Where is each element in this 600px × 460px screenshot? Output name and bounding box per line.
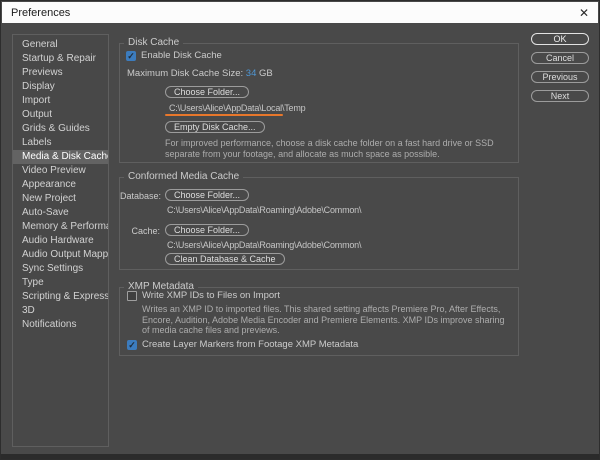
enable-disk-cache-label[interactable]: Enable Disk Cache	[141, 50, 222, 61]
sidebar-item-3d[interactable]: 3D	[13, 304, 108, 318]
next-button[interactable]: Next	[531, 90, 589, 102]
create-layer-markers-checkbox[interactable]: ✓	[127, 339, 137, 350]
sidebar-item-startup-repair[interactable]: Startup & Repair	[13, 52, 108, 66]
cache-choose-folder-button[interactable]: Choose Folder...	[165, 224, 250, 236]
path-highlight-underline	[165, 114, 283, 116]
previous-button[interactable]: Previous	[531, 71, 589, 83]
database-label: Database:	[120, 191, 162, 201]
sidebar-item-video-preview[interactable]: Video Preview	[13, 164, 108, 178]
sidebar-list: General Startup & Repair Previews Display Im…	[12, 34, 109, 447]
xmp-note: Writes an XMP ID to imported files. This…	[142, 304, 505, 335]
empty-disk-cache-button[interactable]: Empty Disk Cache...	[165, 121, 265, 133]
sidebar-item-grids-guides[interactable]: Grids & Guides	[13, 122, 108, 136]
max-disk-cache-size-value[interactable]: 34	[246, 68, 257, 79]
sidebar-item-display[interactable]: Display	[13, 80, 108, 94]
checkmark-icon: ✓	[128, 339, 136, 350]
window-bottom-edge	[1, 454, 599, 459]
ok-button[interactable]: OK	[531, 33, 589, 45]
sidebar-item-new-project[interactable]: New Project	[13, 192, 108, 206]
sidebar-item-output[interactable]: Output	[13, 108, 108, 122]
database-choose-folder-button[interactable]: Choose Folder...	[165, 189, 250, 201]
sidebar-item-auto-save[interactable]: Auto-Save	[13, 206, 108, 220]
title-bar: Preferences ✕	[2, 2, 598, 23]
max-disk-cache-size-row: Maximum Disk Cache Size: 34 GB	[127, 68, 273, 79]
sidebar-item-general[interactable]: General	[13, 38, 108, 52]
sidebar-item-type[interactable]: Type	[13, 276, 108, 290]
conformed-media-cache-group: Conformed Media Cache Database: Choose F…	[119, 171, 519, 270]
max-disk-cache-size-unit: GB	[259, 68, 273, 79]
disk-cache-group: Disk Cache ✓ Enable Disk Cache Maximum D…	[119, 37, 519, 163]
xmp-metadata-group: XMP Metadata Write XMP IDs to Files on I…	[119, 281, 519, 356]
enable-disk-cache-checkbox[interactable]: ✓	[126, 50, 136, 61]
checkmark-icon: ✓	[127, 50, 135, 61]
write-xmp-ids-checkbox[interactable]	[127, 290, 137, 301]
sidebar-item-appearance[interactable]: Appearance	[13, 178, 108, 192]
sidebar-item-sync-settings[interactable]: Sync Settings	[13, 262, 108, 276]
sidebar-item-scripting-expressions[interactable]: Scripting & Expressions	[13, 290, 108, 304]
disk-cache-group-title: Disk Cache	[124, 37, 184, 48]
sidebar-item-notifications[interactable]: Notifications	[13, 318, 108, 332]
disk-cache-note: For improved performance, choose a disk …	[165, 138, 494, 159]
disk-cache-folder-path: C:\Users\Alice\AppData\Local\Temp	[169, 103, 306, 113]
sidebar-item-audio-hardware[interactable]: Audio Hardware	[13, 234, 108, 248]
sidebar-item-memory-performance[interactable]: Memory & Performance	[13, 220, 108, 234]
max-disk-cache-size-label: Maximum Disk Cache Size:	[127, 68, 244, 79]
close-icon[interactable]: ✕	[579, 7, 589, 19]
sidebar-item-audio-output-mapping[interactable]: Audio Output Mapping	[13, 248, 108, 262]
clean-database-cache-button[interactable]: Clean Database & Cache	[165, 253, 285, 265]
create-layer-markers-label[interactable]: Create Layer Markers from Footage XMP Me…	[142, 339, 358, 350]
sidebar-item-import[interactable]: Import	[13, 94, 108, 108]
cache-path: C:\Users\Alice\AppData\Roaming\Adobe\Com…	[167, 240, 362, 250]
disk-cache-choose-folder-button[interactable]: Choose Folder...	[165, 86, 250, 98]
dialog-title: Preferences	[11, 6, 71, 19]
sidebar-item-labels[interactable]: Labels	[13, 136, 108, 150]
conformed-group-title: Conformed Media Cache	[124, 171, 244, 182]
preferences-dialog: Preferences ✕ General Startup & Repair Pre…	[0, 0, 600, 460]
cancel-button[interactable]: Cancel	[531, 52, 589, 64]
cache-label: Cache:	[131, 226, 160, 236]
database-path: C:\Users\Alice\AppData\Roaming\Adobe\Com…	[167, 205, 362, 215]
write-xmp-ids-label[interactable]: Write XMP IDs to Files on Import	[142, 290, 280, 301]
sidebar-item-media-disk-cache[interactable]: Media & Disk Cache	[13, 150, 108, 164]
sidebar-item-previews[interactable]: Previews	[13, 66, 108, 80]
